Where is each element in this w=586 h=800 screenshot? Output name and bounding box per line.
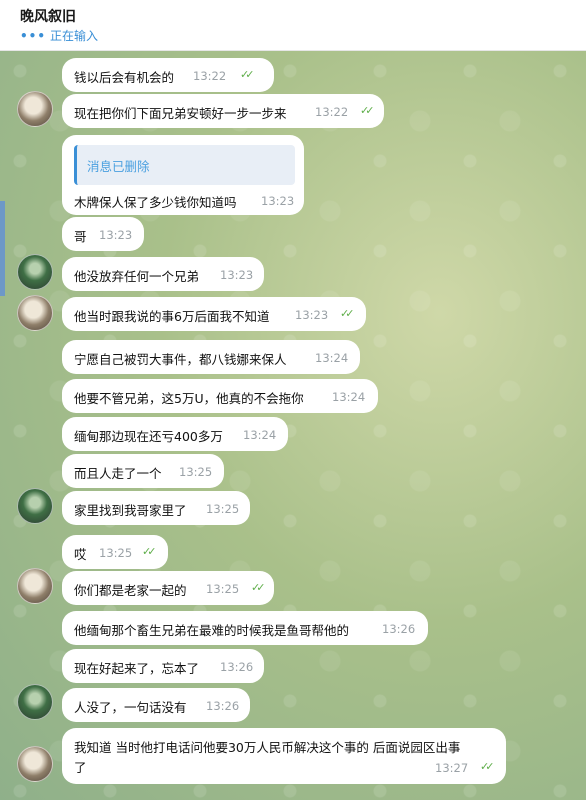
message-bubble[interactable]: 哥 13:23 [62,217,144,251]
message-bubble[interactable]: 他没放弃任何一个兄弟 13:23 [62,257,264,291]
read-check-icon: ✓✓ [240,68,255,81]
message-time: 13:26 [206,699,240,713]
avatar[interactable] [17,488,53,524]
avatar[interactable] [17,295,53,331]
message-text: 人没了，一句话没有 [74,700,187,715]
message-text: 他缅甸那个畜生兄弟在最难的时候我是鱼哥帮他的 [74,623,350,638]
message-bubble[interactable]: 宁愿自己被罚大事件，都八钱娜来保人 13:24 [62,340,360,374]
message-time: 13:22 [193,69,227,83]
chat-area[interactable]: 钱以后会有机会的 13:22 ✓✓ 现在把你们下面兄弟安顿好一步一步来 13:2… [0,51,586,800]
message-bubble[interactable]: 我知道 当时他打电话问他要30万人民币解决这个事的 后面说园区出事 了 13:2… [62,728,506,784]
message-time: 13:23 [220,268,254,282]
message-text: 他要不管兄弟，这5万U，他真的不会拖你 [74,391,304,406]
avatar[interactable] [17,568,53,604]
reply-quote[interactable]: 消息已删除 [74,145,295,185]
chat-header: 晚风叙旧 ••• 正在输入 [0,0,586,51]
message-time: 13:23 [99,228,133,242]
message-text: 现在好起来了，忘本了 [74,661,200,676]
message-time: 13:24 [243,428,277,442]
avatar[interactable] [17,91,53,127]
message-bubble[interactable]: 家里找到我哥家里了 13:25 [62,491,250,525]
read-check-icon: ✓✓ [340,307,355,320]
message-text: 他没放弃任何一个兄弟 [74,269,200,284]
message-bubble[interactable]: 人没了，一句话没有 13:26 [62,688,250,722]
message-bubble[interactable]: 他当时跟我说的事6万后面我不知道 13:23 ✓✓ [62,297,366,331]
message-time: 13:25 [179,465,213,479]
typing-status: ••• 正在输入 [20,27,98,44]
read-check-icon: ✓✓ [251,581,266,594]
avatar[interactable] [17,254,53,290]
message-bubble[interactable]: 消息已删除 木牌保人保了多少钱你知道吗 13:23 [62,135,304,215]
quote-text: 消息已删除 [87,159,150,174]
message-bubble[interactable]: 现在好起来了，忘本了 13:26 [62,649,264,683]
message-time: 13:26 [220,660,254,674]
message-text: 我知道 当时他打电话问他要30万人民币解决这个事的 后面说园区出事 [74,740,461,755]
message-time: 13:27 [435,761,469,775]
message-bubble[interactable]: 现在把你们下面兄弟安顿好一步一步来 13:22 ✓✓ [62,94,384,128]
read-check-icon: ✓✓ [360,104,375,117]
message-text: 家里找到我哥家里了 [74,503,187,518]
message-text-line2: 了 [74,760,87,775]
message-time: 13:24 [315,351,349,365]
message-bubble[interactable]: 他缅甸那个畜生兄弟在最难的时候我是鱼哥帮他的 13:26 [62,611,428,645]
message-bubble[interactable]: 他要不管兄弟，这5万U，他真的不会拖你 13:24 [62,379,378,413]
message-text: 哥 [74,229,87,244]
message-time: 13:26 [382,622,416,636]
message-bubble[interactable]: 钱以后会有机会的 13:22 ✓✓ [62,58,274,92]
message-bubble[interactable]: 缅甸那边现在还亏400多万 13:24 [62,417,288,451]
message-time: 13:25 [99,546,133,560]
message-text: 宁愿自己被罚大事件，都八钱娜来保人 [74,352,287,367]
typing-dots-icon: ••• [20,29,47,43]
message-bubble[interactable]: 你们都是老家一起的 13:25 ✓✓ [62,571,274,605]
message-text: 木牌保人保了多少钱你知道吗 [74,195,237,210]
avatar[interactable] [17,746,53,782]
message-time: 13:24 [332,390,366,404]
chat-title[interactable]: 晚风叙旧 [20,6,76,26]
avatar[interactable] [17,684,53,720]
message-text: 现在把你们下面兄弟安顿好一步一步来 [74,106,287,121]
read-check-icon: ✓✓ [142,545,157,558]
message-time: 13:23 [261,194,295,208]
message-text: 缅甸那边现在还亏400多万 [74,429,223,444]
message-time: 13:23 [295,308,329,322]
message-text: 钱以后会有机会的 [74,70,175,85]
message-bubble[interactable]: 哎 13:25 ✓✓ [62,535,168,569]
typing-status-text: 正在输入 [50,29,99,43]
message-text: 哎 [74,547,87,562]
message-bubble[interactable]: 而且人走了一个 13:25 [62,454,224,488]
scroll-indicator [0,201,5,296]
message-text: 而且人走了一个 [74,466,162,481]
message-text: 他当时跟我说的事6万后面我不知道 [74,309,270,324]
message-time: 13:22 [315,105,349,119]
message-text: 你们都是老家一起的 [74,583,187,598]
message-time: 13:25 [206,502,240,516]
message-time: 13:25 [206,582,240,596]
read-check-icon: ✓✓ [480,760,495,773]
